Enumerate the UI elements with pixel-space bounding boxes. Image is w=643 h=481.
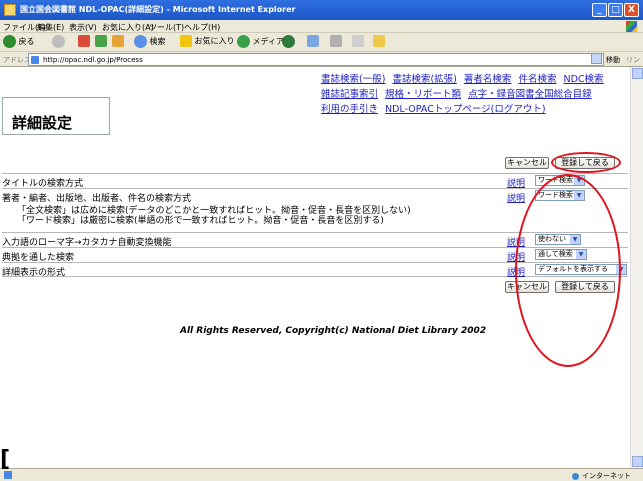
nav-link-author-search[interactable]: 著者名検索 xyxy=(464,74,512,85)
menu-tools[interactable]: ツール(T) xyxy=(149,22,184,33)
back-label: 戻る xyxy=(18,37,35,46)
media-icon xyxy=(237,35,250,48)
windows-logo-icon xyxy=(626,21,637,32)
favorites-label: お気に入り xyxy=(194,36,235,46)
media-button[interactable]: メディア xyxy=(237,35,284,48)
setting-label-detail-format: 詳細表示の形式 xyxy=(2,268,66,278)
menu-favorites[interactable]: お気に入り(A) xyxy=(102,22,154,33)
home-button[interactable] xyxy=(112,35,124,47)
copyright-notice: All Rights Reserved, Copyright(c) Nation… xyxy=(180,326,487,336)
menu-view[interactable]: 表示(V) xyxy=(69,22,97,33)
menu-help[interactable]: ヘルプ(H) xyxy=(184,22,220,33)
nav-line-1: 書誌検索(一般) 書誌検索(拡張) 著者名検索 件名検索 NDC検索 xyxy=(321,71,608,85)
address-input[interactable]: http://opac.ndl.go.jp/Process xyxy=(28,53,604,66)
title-bar: 国立国会図書館 NDL-OPAC(詳細設定) - Microsoft Inter… xyxy=(0,0,643,20)
help-link-author-search[interactable]: 説明 xyxy=(507,191,525,204)
ie-page-icon xyxy=(4,4,16,16)
go-button[interactable]: 移動 xyxy=(606,55,620,65)
nav-line-3: 利用の手引き NDL-OPACトップページ(ログアウト) xyxy=(321,101,550,115)
print-icon xyxy=(330,35,342,47)
globe-icon xyxy=(572,472,579,480)
security-zone: インターネット xyxy=(572,471,631,481)
nav-link-subject-search[interactable]: 件名検索 xyxy=(518,74,556,85)
close-button[interactable]: X xyxy=(624,3,639,17)
page-icon xyxy=(31,56,39,64)
menu-bar: ファイル(F) 編集(E) 表示(V) お気に入り(A) ツール(T) ヘルプ(… xyxy=(0,20,643,33)
search-icon xyxy=(134,35,147,48)
mail-button[interactable] xyxy=(307,35,319,47)
edit-icon xyxy=(352,35,364,47)
nav-link-magazine-index[interactable]: 雑誌記事索引 xyxy=(321,89,378,100)
minimize-button[interactable]: _ xyxy=(592,3,607,17)
nav-link-general-search[interactable]: 書誌検索(一般) xyxy=(321,74,385,85)
page-title: 詳細設定 xyxy=(12,114,73,132)
zone-label: インターネット xyxy=(582,472,631,480)
left-bracket-mark: [ xyxy=(0,447,11,472)
star-icon xyxy=(180,35,192,47)
folder-icon xyxy=(373,35,385,47)
toolbar: 戻る 検索 お気に入り メディア xyxy=(0,33,643,52)
nav-link-standards-reports[interactable]: 規格・リポート類 xyxy=(385,89,461,100)
nav-line-2: 雑誌記事索引 規格・リポート類 点字・録音図書全国総合目録 xyxy=(321,86,596,100)
scroll-up-icon[interactable] xyxy=(632,68,643,79)
search-label: 検索 xyxy=(149,37,166,46)
refresh-button[interactable] xyxy=(95,35,107,47)
print-button[interactable] xyxy=(330,35,342,47)
ie-window: 国立国会図書館 NDL-OPAC(詳細設定) - Microsoft Inter… xyxy=(0,0,643,481)
window-title: 国立国会図書館 NDL-OPAC(詳細設定) - Microsoft Inter… xyxy=(20,5,296,14)
nav-link-extended-search[interactable]: 書誌検索(拡張) xyxy=(392,74,456,85)
status-bar: インターネット xyxy=(0,468,643,481)
forward-arrow-icon xyxy=(52,35,65,48)
search-button[interactable]: 検索 xyxy=(134,35,166,48)
mail-icon xyxy=(307,35,319,47)
scroll-down-icon[interactable] xyxy=(632,456,643,467)
nav-link-ndc-search[interactable]: NDC検索 xyxy=(564,74,604,85)
menu-edit[interactable]: 編集(E) xyxy=(37,22,64,33)
history-button[interactable] xyxy=(282,35,295,48)
cancel-button-top[interactable]: キャンセル xyxy=(505,157,549,169)
page-done-icon xyxy=(4,471,12,479)
address-bar: アドレス(D) http://opac.ndl.go.jp/Process 移動… xyxy=(0,52,643,74)
stop-icon xyxy=(78,35,90,47)
media-label: メディア xyxy=(252,37,284,46)
folder-button[interactable] xyxy=(373,35,385,47)
edit-button[interactable] xyxy=(352,35,364,47)
maximize-button[interactable]: □ xyxy=(608,3,623,17)
stop-button[interactable] xyxy=(78,35,90,47)
nav-link-braille-catalog[interactable]: 点字・録音図書全国総合目録 xyxy=(468,89,592,100)
back-button[interactable]: 戻る xyxy=(3,35,35,48)
back-arrow-icon xyxy=(3,35,16,48)
page-content: 詳細設定 書誌検索(一般) 書誌検索(拡張) 著者名検索 件名検索 NDC検索 … xyxy=(0,67,630,468)
annotation-oval-save-button xyxy=(551,152,621,173)
setting-row: タイトルの検索方式 説明 ワード検索 ▼ xyxy=(2,173,628,189)
note-word-search: 「ワード検索」は厳密に検索(単語の形で一致すればヒット。拗音・促音・長音を区別す… xyxy=(17,216,384,226)
address-url: http://opac.ndl.go.jp/Process xyxy=(43,56,143,64)
vertical-scrollbar[interactable] xyxy=(630,67,643,468)
nav-link-guide[interactable]: 利用の手引き xyxy=(321,104,378,115)
history-icon xyxy=(282,35,295,48)
favorites-button[interactable]: お気に入り xyxy=(180,35,235,47)
refresh-icon xyxy=(95,35,107,47)
forward-button[interactable] xyxy=(52,35,65,48)
home-icon xyxy=(112,35,124,47)
address-dropdown-icon[interactable] xyxy=(591,53,602,64)
annotation-oval-settings xyxy=(515,174,621,367)
nav-link-top-logout[interactable]: NDL-OPACトップページ(ログアウト) xyxy=(385,104,546,115)
